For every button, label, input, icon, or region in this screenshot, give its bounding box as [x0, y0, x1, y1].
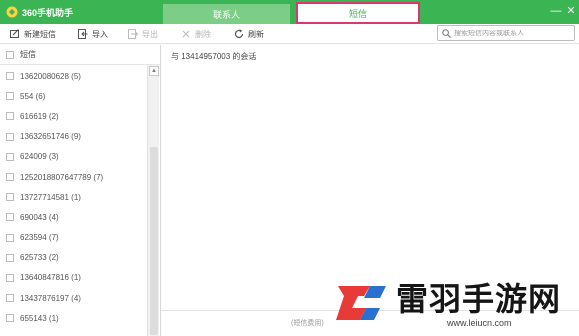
app-logo-icon	[6, 6, 18, 18]
list-item[interactable]: 13620080628 (5)	[0, 66, 147, 86]
thread-label: 625733 (2)	[20, 253, 59, 263]
thread-label: 655143 (1)	[20, 313, 59, 323]
thread-label: 13727714581 (1)	[20, 192, 81, 202]
delete-button[interactable]: 删除	[181, 28, 211, 40]
search-icon	[442, 28, 451, 38]
thread-label: 13437876197 (4)	[20, 293, 81, 303]
list-item[interactable]: 554 (6)	[0, 86, 147, 106]
search-box[interactable]	[437, 25, 575, 41]
conversation-title: 与 13414957003 的会话	[171, 52, 257, 61]
import-label: 导入	[92, 29, 108, 39]
new-sms-button[interactable]: 新建短信	[10, 28, 56, 40]
row-checkbox[interactable]	[6, 112, 14, 121]
refresh-label: 刷新	[248, 29, 264, 39]
conversation-footer: (短信费用)	[291, 320, 324, 327]
export-button[interactable]: 导出	[128, 28, 158, 40]
row-checkbox[interactable]	[6, 193, 14, 202]
watermark: 雷羽手游网 www.leiucn.com	[330, 268, 579, 336]
title-bar: 360手机助手 联系人 短信 — ✕	[0, 0, 579, 24]
delete-label: 删除	[195, 29, 211, 39]
row-checkbox[interactable]	[6, 173, 14, 182]
list-item[interactable]: 616619 (2)	[0, 106, 147, 126]
new-sms-label: 新建短信	[24, 29, 56, 39]
list-item[interactable]: 13727714581 (1)	[0, 187, 147, 207]
list-item[interactable]: 1252018807647789 (7)	[0, 167, 147, 187]
list-header-label: 短信	[20, 50, 36, 59]
thread-label: 13620080628 (5)	[20, 71, 81, 81]
close-button[interactable]: ✕	[565, 4, 577, 18]
sms-thread-list: 13620080628 (5) 554 (6) 616619 (2) 13632…	[0, 66, 147, 328]
thread-label: 623594 (7)	[20, 233, 59, 243]
thread-label: 616619 (2)	[20, 111, 59, 121]
thread-label: 554 (6)	[20, 91, 46, 101]
row-checkbox[interactable]	[6, 213, 14, 222]
list-item[interactable]: 624009 (3)	[0, 147, 147, 167]
row-checkbox[interactable]	[6, 72, 14, 81]
refresh-icon	[234, 29, 244, 39]
scroll-thumb[interactable]	[150, 147, 158, 335]
export-icon	[128, 29, 138, 39]
list-scrollbar[interactable]: ▲	[147, 65, 159, 336]
compose-icon	[10, 29, 19, 38]
app-title: 360手机助手	[6, 6, 73, 18]
row-checkbox[interactable]	[6, 233, 14, 242]
thread-label: 624009 (3)	[20, 152, 59, 162]
thread-label: 13640847816 (1)	[20, 273, 81, 283]
list-header: 短信	[0, 45, 160, 65]
watermark-brand: 雷羽手游网	[396, 280, 562, 318]
row-checkbox[interactable]	[6, 314, 14, 323]
watermark-logo-icon	[336, 286, 386, 320]
list-item[interactable]: 623594 (7)	[0, 228, 147, 248]
row-checkbox[interactable]	[6, 294, 14, 303]
thread-label: 1252018807647789 (7)	[20, 172, 104, 182]
search-input[interactable]	[454, 29, 574, 37]
thread-label: 690043 (4)	[20, 212, 59, 222]
list-item[interactable]: 625733 (2)	[0, 248, 147, 268]
list-item[interactable]: 13437876197 (4)	[0, 288, 147, 308]
list-item[interactable]: 13640847816 (1)	[0, 268, 147, 288]
list-item[interactable]: 690043 (4)	[0, 207, 147, 227]
app-title-text: 360手机助手	[22, 7, 74, 18]
row-checkbox[interactable]	[6, 92, 14, 101]
minimize-button[interactable]: —	[550, 4, 562, 18]
row-checkbox[interactable]	[6, 132, 14, 141]
row-checkbox[interactable]	[6, 152, 14, 161]
watermark-url: www.leiucn.com	[447, 318, 512, 328]
tab-contacts[interactable]: 联系人	[163, 4, 290, 24]
select-all-checkbox[interactable]	[6, 50, 14, 59]
list-item[interactable]: 13632651746 (9)	[0, 127, 147, 147]
export-label: 导出	[142, 29, 158, 39]
scroll-up-arrow-icon[interactable]: ▲	[149, 66, 159, 76]
thread-label: 13632651746 (9)	[20, 132, 81, 142]
refresh-button[interactable]: 刷新	[234, 28, 264, 40]
import-icon	[78, 29, 88, 39]
row-checkbox[interactable]	[6, 253, 14, 262]
list-item[interactable]: 655143 (1)	[0, 308, 147, 328]
import-button[interactable]: 导入	[78, 28, 108, 40]
delete-icon	[182, 30, 190, 38]
row-checkbox[interactable]	[6, 273, 14, 282]
sms-list-panel: 短信 13620080628 (5) 554 (6) 616619 (2) 13…	[0, 45, 161, 336]
tab-sms[interactable]: 短信	[296, 2, 420, 24]
